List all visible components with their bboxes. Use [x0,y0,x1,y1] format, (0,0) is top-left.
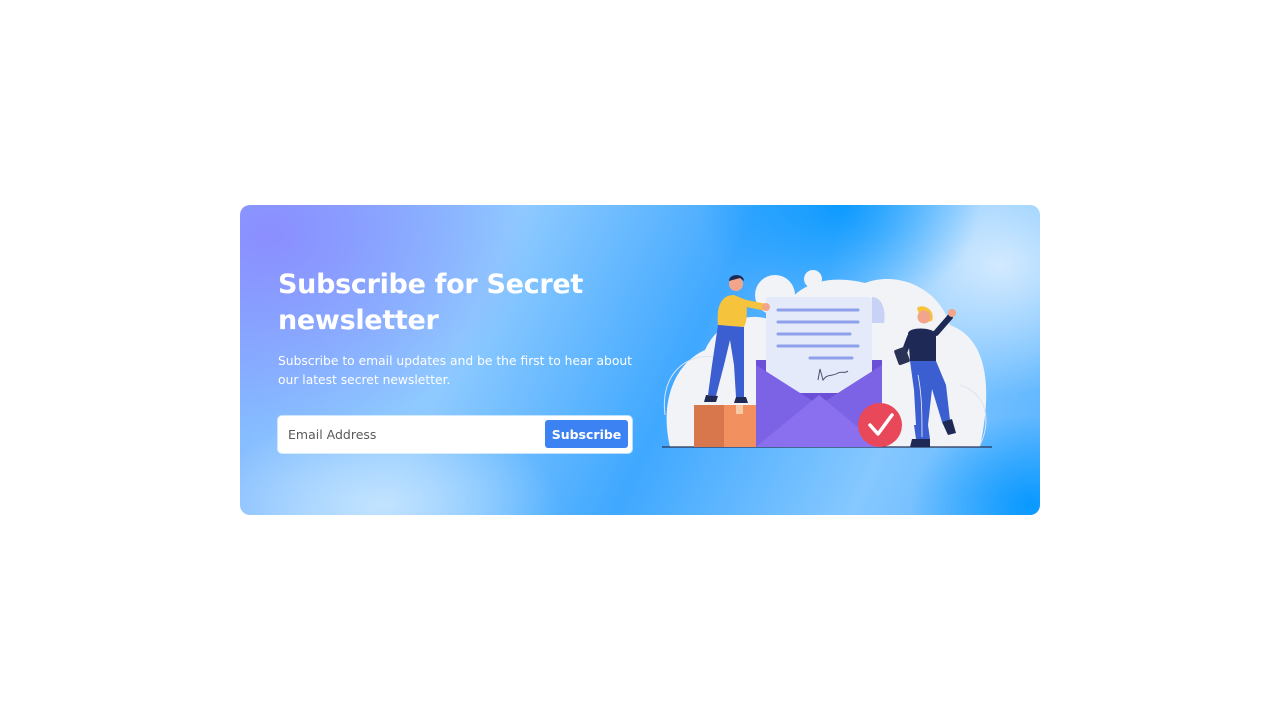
newsletter-envelope-illustration [662,270,992,448]
subscribe-button[interactable]: Subscribe [545,420,628,448]
email-input[interactable] [288,418,538,451]
subscribe-form: Subscribe [278,416,632,453]
newsletter-title: Subscribe for Secret newsletter [278,269,583,336]
box-icon [694,405,756,447]
newsletter-card: Subscribe for Secret newsletter Subscrib… [240,205,1040,515]
newsletter-description: Subscribe to email updates and be the fi… [278,354,632,387]
check-badge-icon [858,403,902,447]
